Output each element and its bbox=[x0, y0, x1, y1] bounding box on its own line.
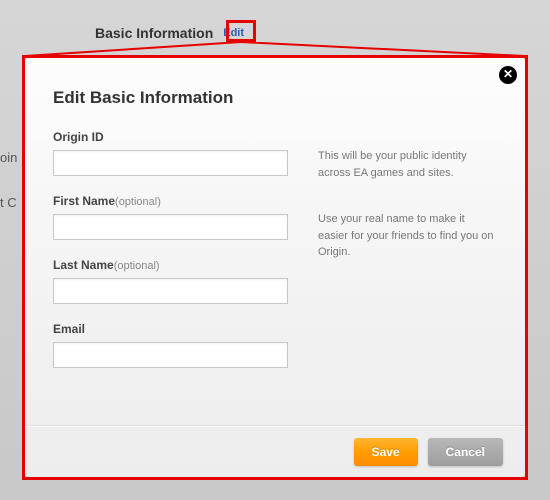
close-icon[interactable]: ✕ bbox=[499, 66, 517, 84]
cancel-button[interactable]: Cancel bbox=[428, 438, 503, 466]
bg-side-text: oin t C bbox=[0, 150, 17, 240]
field-first-name: First Name(optional) bbox=[53, 194, 288, 240]
email-input[interactable] bbox=[53, 342, 288, 368]
hint-column: This will be your public identity across… bbox=[318, 130, 497, 386]
origin-id-label: Origin ID bbox=[53, 130, 288, 144]
form-column: Origin ID First Name(optional) Last Name… bbox=[53, 130, 288, 386]
modal-body: Origin ID First Name(optional) Last Name… bbox=[25, 130, 525, 386]
field-origin-id: Origin ID bbox=[53, 130, 288, 176]
modal-title: Edit Basic Information bbox=[25, 58, 525, 130]
origin-id-hint: This will be your public identity across… bbox=[318, 148, 497, 181]
save-button[interactable]: Save bbox=[354, 438, 418, 466]
email-label: Email bbox=[53, 322, 288, 336]
annotation-highlight-edit bbox=[226, 20, 256, 42]
field-email: Email bbox=[53, 322, 288, 368]
last-name-input[interactable] bbox=[53, 278, 288, 304]
origin-id-input[interactable] bbox=[53, 150, 288, 176]
field-last-name: Last Name(optional) bbox=[53, 258, 288, 304]
last-name-label: Last Name(optional) bbox=[53, 258, 288, 272]
real-name-hint: Use your real name to make it easier for… bbox=[318, 211, 497, 261]
section-header: Basic Information Edit bbox=[95, 25, 244, 41]
section-title: Basic Information bbox=[95, 25, 213, 41]
modal-footer: Save Cancel bbox=[25, 425, 525, 477]
first-name-input[interactable] bbox=[53, 214, 288, 240]
edit-basic-info-modal: ✕ Edit Basic Information Origin ID First… bbox=[25, 58, 525, 477]
first-name-label: First Name(optional) bbox=[53, 194, 288, 208]
